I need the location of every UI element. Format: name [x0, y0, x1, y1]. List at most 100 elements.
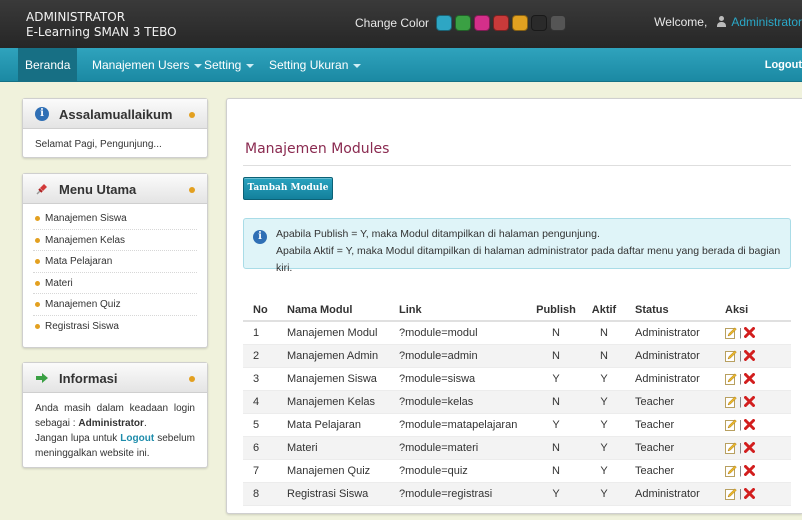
cell-link[interactable]: ?module=admin [389, 344, 529, 368]
cell-publish: N [529, 321, 583, 345]
greeting-title: Assalamuallaikum [59, 107, 173, 122]
cell-link[interactable]: ?module=quiz [389, 459, 529, 483]
main-panel: Manajemen Modules Tambah Module i Apabil… [226, 98, 802, 514]
cell-name: Manajemen Kelas [277, 390, 389, 414]
main-nav: Beranda Manajemen Users Setting Setting … [0, 48, 802, 82]
color-swatch-1[interactable] [436, 15, 453, 31]
color-swatch-5[interactable] [512, 15, 529, 31]
cell-no: 3 [243, 367, 277, 391]
menu-item[interactable]: Manajemen Quiz [33, 294, 197, 316]
cell-aktif: N [583, 321, 625, 345]
user-link[interactable]: Administrator [731, 15, 802, 29]
cell-link[interactable]: ?module=kelas [389, 390, 529, 414]
logout-link[interactable]: Logout [765, 48, 802, 82]
menu-item[interactable]: Manajemen Kelas [33, 230, 197, 251]
menu-item-label: Manajemen Siswa [45, 213, 127, 224]
nav-setting[interactable]: Setting [197, 48, 261, 82]
menu-item[interactable]: Manajemen Siswa [33, 208, 197, 230]
delete-icon[interactable] [743, 350, 755, 362]
notice-line-2: Apabila Aktif = Y, maka Modul ditampilka… [276, 245, 781, 274]
arrow-right-icon [36, 373, 48, 383]
greeting-box: i Assalamuallaikum Selamat Pagi, Pengunj… [22, 98, 208, 158]
color-swatch-6[interactable] [531, 15, 548, 31]
cell-aktif: N [583, 344, 625, 368]
info-logout-link[interactable]: Logout [120, 433, 154, 444]
cell-link[interactable]: ?module=matapelajaran [389, 413, 529, 437]
add-module-button[interactable]: Tambah Module [243, 177, 333, 200]
cell-link[interactable]: ?module=modul [389, 321, 529, 345]
edit-icon[interactable] [725, 464, 737, 477]
brand-role: ADMINISTRATOR [26, 10, 126, 24]
info-box: Informasi Anda masih dalam keadaan login… [22, 362, 208, 468]
delete-icon[interactable] [743, 419, 755, 431]
col-nama-modul: Nama Modul [277, 300, 389, 322]
collapse-dot-icon[interactable] [189, 187, 195, 193]
cell-name: Manajemen Quiz [277, 459, 389, 483]
cell-aktif: Y [583, 436, 625, 460]
cell-link[interactable]: ?module=materi [389, 436, 529, 460]
edit-icon[interactable] [725, 327, 737, 339]
color-swatch-2[interactable] [455, 15, 472, 31]
top-header: ADMINISTRATOR E-Learning SMAN 3 TEBO Cha… [0, 0, 802, 48]
delete-icon[interactable] [743, 373, 755, 385]
edit-icon[interactable] [725, 441, 737, 454]
nav-manajemen-users[interactable]: Manajemen Users [85, 48, 209, 82]
cell-publish: N [529, 436, 583, 460]
edit-icon[interactable] [725, 487, 737, 500]
nav-setting-ukuran[interactable]: Setting Ukuran [262, 48, 368, 82]
cell-name: Manajemen Siswa [277, 367, 389, 391]
change-color-label: Change Color [355, 16, 430, 30]
welcome-label: Welcome, [654, 15, 708, 29]
cell-name: Mata Pelajaran [277, 413, 389, 437]
info-text: Anda masih dalam keadaan login sebagai :… [35, 403, 196, 459]
chevron-down-icon [353, 63, 362, 68]
cell-no: 6 [243, 436, 277, 460]
nav-beranda[interactable]: Beranda [18, 48, 78, 82]
action-separator: | [739, 464, 742, 477]
delete-icon[interactable] [743, 465, 755, 477]
cell-status: Administrator [625, 344, 715, 368]
cell-aktif: Y [583, 459, 625, 483]
nav-setting-label: Setting [204, 58, 242, 72]
color-swatch-4[interactable] [493, 15, 510, 31]
edit-icon[interactable] [725, 418, 737, 431]
info-icon: i [35, 107, 49, 121]
color-swatch-7[interactable] [550, 15, 567, 31]
bullet-icon [35, 237, 40, 243]
bullet-icon [35, 216, 40, 221]
color-swatch-3[interactable] [474, 15, 491, 31]
col-aktif: Aktif [583, 300, 625, 322]
cell-link[interactable]: ?module=registrasi [389, 482, 529, 506]
collapse-dot-icon[interactable] [189, 112, 195, 118]
delete-icon[interactable] [743, 488, 755, 500]
edit-icon[interactable] [725, 372, 737, 385]
cell-publish: Y [529, 413, 583, 437]
info-box-header: Informasi [23, 363, 207, 393]
col-aksi: Aksi [715, 300, 791, 322]
delete-icon[interactable] [743, 327, 755, 339]
delete-icon[interactable] [743, 396, 755, 408]
menu-item[interactable]: Mata Pelajaran [33, 251, 197, 273]
bullet-icon [35, 259, 40, 264]
col-no: No [243, 300, 277, 322]
edit-icon[interactable] [725, 395, 737, 408]
cell-actions: | [715, 367, 791, 391]
cell-link[interactable]: ?module=siswa [389, 367, 529, 391]
cell-actions: | [715, 482, 791, 506]
col-status: Status [625, 300, 715, 322]
cell-actions: | [715, 459, 791, 483]
table-row: 6 Materi ?module=materi N Y Teacher | [243, 436, 791, 460]
greeting-text: Selamat Pagi, Pengunjung... [35, 139, 162, 150]
col-publish: Publish [529, 300, 583, 322]
menu-item[interactable]: Registrasi Siswa [33, 316, 197, 338]
edit-icon[interactable] [725, 349, 737, 362]
delete-icon[interactable] [743, 442, 755, 454]
cell-publish: N [529, 459, 583, 483]
collapse-dot-icon[interactable] [189, 376, 195, 382]
menu-item[interactable]: Materi [33, 273, 197, 294]
action-separator: | [739, 349, 742, 362]
chevron-down-icon [246, 63, 255, 68]
title-divider [243, 165, 791, 166]
cell-publish: N [529, 344, 583, 368]
cell-no: 2 [243, 344, 277, 368]
